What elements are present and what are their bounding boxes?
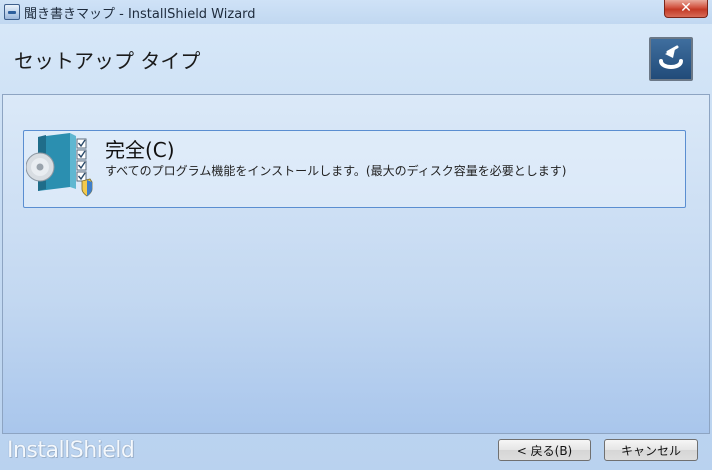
installshield-logo-icon (649, 37, 693, 81)
back-button[interactable]: < 戻る(B) (498, 439, 591, 461)
option-title: 完全(C) (105, 138, 175, 162)
title-bar: 聞き書きマップ - InstallShield Wizard ✕ (0, 0, 712, 24)
close-button[interactable]: ✕ (664, 0, 708, 18)
cancel-button[interactable]: キャンセル (604, 439, 698, 461)
installshield-brand: InstallShield (7, 438, 135, 463)
setup-type-complete-option[interactable]: 完全(C) すべてのプログラム機能をインストールします。(最大のディスク容量を必… (23, 130, 686, 208)
close-icon: ✕ (680, 0, 692, 16)
app-icon[interactable] (4, 4, 20, 20)
page-title: セットアップ タイプ (14, 49, 201, 73)
main-panel: 完全(C) すべてのプログラム機能をインストールします。(最大のディスク容量を必… (2, 94, 710, 434)
window-title: 聞き書きマップ - InstallShield Wizard (24, 7, 256, 22)
option-description: すべてのプログラム機能をインストールします。(最大のディスク容量を必要とします) (105, 164, 567, 178)
install-disc-icon (25, 133, 96, 197)
